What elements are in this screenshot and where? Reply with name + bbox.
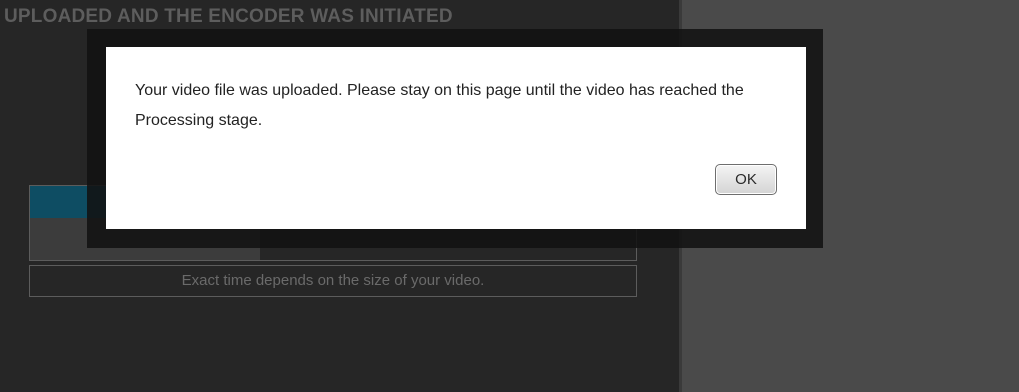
screen: UPLOADED AND THE ENCODER WAS INITIATED E… [0, 0, 1019, 392]
dialog-message: Your video file was uploaded. Please sta… [135, 82, 744, 129]
upload-complete-dialog: Your video file was uploaded. Please sta… [106, 47, 806, 229]
ok-button[interactable]: OK [715, 164, 777, 195]
info-message: Exact time depends on the size of your v… [29, 265, 637, 297]
panel-title: UPLOADED AND THE ENCODER WAS INITIATED [4, 6, 453, 27]
